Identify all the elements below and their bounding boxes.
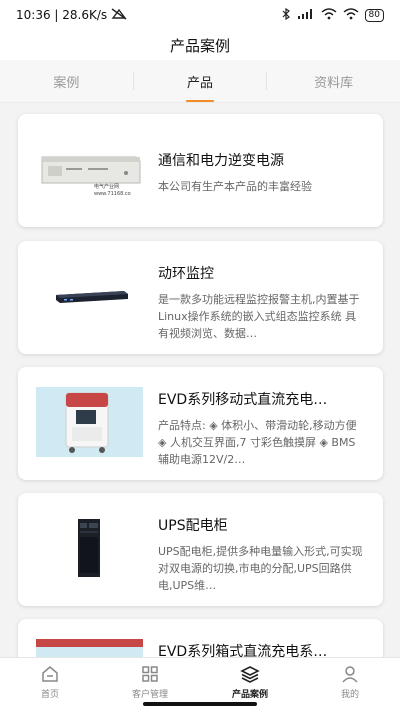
status-bar: 10:36 | 28.6K/s 80 (0, 0, 400, 30)
layers-icon (240, 666, 260, 683)
tab-label: 产品 (187, 75, 214, 91)
page-title-bar: 产品案例 (0, 30, 400, 60)
tab-label: 资料库 (314, 75, 354, 91)
thumbnail-watermark: 电气产业网 www.71168.co (94, 184, 131, 197)
bluetooth-icon (281, 7, 291, 23)
wifi-icon-2 (343, 7, 359, 23)
page-title: 产品案例 (169, 36, 230, 55)
home-indicator[interactable] (143, 702, 257, 706)
tab-library[interactable]: 资料库 (267, 60, 400, 102)
home-icon (42, 666, 58, 682)
nav-label: 客户管理 (131, 690, 168, 700)
product-thumbnail (36, 639, 143, 657)
product-card[interactable]: UPS配电柜 UPS配电柜,提供多种电量输入形式,可实现对双电源的切换,市电的分… (18, 493, 383, 606)
product-card[interactable]: EVD系列箱式直流充电系… (18, 619, 383, 657)
product-description: 产品特点: ◈ 体积小、带滑动轮,移动方便 ◈ 人机交互界面,7 寸彩色触摸屏 … (158, 419, 357, 466)
product-title: EVD系列箱式直流充电系… (158, 644, 328, 657)
nav-label: 产品案例 (231, 690, 268, 700)
tab-products[interactable]: 产品 (134, 60, 267, 102)
product-card[interactable]: EVD系列移动式直流充电… 产品特点: ◈ 体积小、带滑动轮,移动方便 ◈ 人机… (18, 367, 383, 480)
product-title: 通信和电力逆变电源 (158, 153, 284, 169)
nav-home[interactable]: 首页 (0, 658, 100, 712)
nav-label: 首页 (40, 690, 59, 700)
product-thumbnail (36, 387, 143, 457)
notification-muted-icon (111, 7, 127, 23)
product-description: UPS配电柜,提供多种电量输入形式,可实现对双电源的切换,市电的分配,UPS回路… (158, 545, 363, 592)
battery-indicator: 80 (364, 8, 384, 22)
nav-label: 我的 (340, 690, 359, 700)
product-thumbnail (36, 513, 143, 583)
product-thumbnail (36, 261, 143, 331)
tab-bar: 案例 产品 资料库 (0, 60, 400, 103)
user-icon (342, 666, 358, 683)
product-list[interactable]: 电气产业网 www.71168.co 通信和电力逆变电源 本公司有生产本产品的丰… (0, 102, 400, 657)
product-description: 是一款多功能远程监控报警主机,内置基于Linux操作系统的嵌入式组态监控系统 具… (158, 293, 360, 340)
product-title: 动环监控 (158, 266, 214, 282)
status-time: 10:36 | 28.6K/s (16, 8, 108, 22)
product-description: 本公司有生产本产品的丰富经验 (158, 180, 312, 193)
grid-icon (142, 666, 158, 682)
product-title: UPS配电柜 (158, 518, 228, 534)
wifi-icon (321, 7, 337, 23)
product-thumbnail: 电气产业网 www.71168.co (36, 135, 143, 205)
product-title: EVD系列移动式直流充电… (158, 392, 328, 408)
tab-cases[interactable]: 案例 (0, 60, 133, 102)
product-card[interactable]: 动环监控 是一款多功能远程监控报警主机,内置基于Linux操作系统的嵌入式组态监… (18, 241, 383, 354)
signal-icon (297, 8, 315, 23)
nav-profile[interactable]: 我的 (300, 658, 400, 712)
product-card[interactable]: 电气产业网 www.71168.co 通信和电力逆变电源 本公司有生产本产品的丰… (18, 114, 383, 227)
tab-label: 案例 (53, 75, 80, 91)
